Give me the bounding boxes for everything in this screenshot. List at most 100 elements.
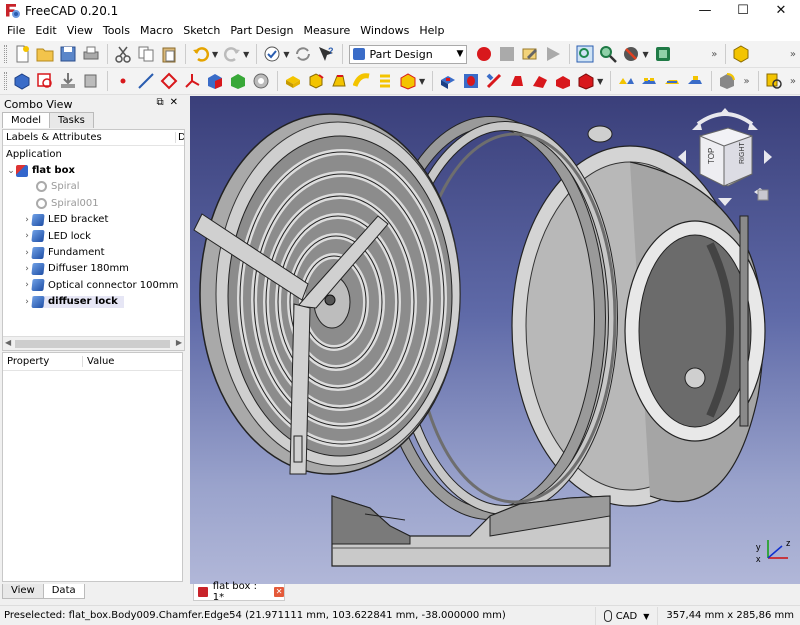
close-panel-icon[interactable]: ✕: [170, 97, 184, 108]
run-macro-icon[interactable]: [542, 43, 564, 65]
part-cube-icon[interactable]: [730, 43, 752, 65]
scroll-left-icon[interactable]: ◀: [5, 338, 11, 347]
tree-item-spiral001[interactable]: Spiral001: [3, 195, 184, 211]
stop-macro-icon[interactable]: [496, 43, 518, 65]
redo-icon[interactable]: [221, 43, 243, 65]
subshape-binder-icon[interactable]: [227, 70, 249, 92]
datum-plane-icon[interactable]: [158, 70, 180, 92]
multi-transform-icon[interactable]: [684, 70, 706, 92]
nav-down-arrow-icon[interactable]: [718, 198, 732, 206]
record-macro-icon[interactable]: [473, 43, 495, 65]
additive-pipe-icon[interactable]: [351, 70, 373, 92]
refresh-checkmark-icon[interactable]: [261, 43, 283, 65]
tab-view[interactable]: View: [2, 584, 44, 599]
measure-icon[interactable]: [763, 70, 785, 92]
groove-icon[interactable]: [483, 70, 505, 92]
print-icon[interactable]: [80, 43, 102, 65]
revolution-icon[interactable]: [305, 70, 327, 92]
new-document-icon[interactable]: [11, 43, 33, 65]
menu-help[interactable]: Help: [414, 21, 449, 41]
validate-sketch-icon[interactable]: [57, 70, 79, 92]
menu-file[interactable]: File: [2, 21, 30, 41]
tree-col-description[interactable]: De: [175, 132, 184, 143]
additive-primitive-dropdown-icon[interactable]: ▼: [419, 77, 425, 86]
std-views-icon[interactable]: [652, 43, 674, 65]
toolbar-overflow-right-icon[interactable]: »: [790, 49, 796, 60]
edit-macro-icon[interactable]: [519, 43, 541, 65]
nav-up-arrow-icon[interactable]: [718, 108, 732, 116]
fit-all-icon[interactable]: [574, 43, 596, 65]
additive-helix-icon[interactable]: [374, 70, 396, 92]
undo-dropdown-icon[interactable]: ▼: [212, 50, 218, 59]
subtractive-helix-icon[interactable]: [552, 70, 574, 92]
additive-loft-icon[interactable]: [328, 70, 350, 92]
hole-icon[interactable]: [460, 70, 482, 92]
tab-tasks[interactable]: Tasks: [49, 112, 94, 128]
subtractive-loft-icon[interactable]: [506, 70, 528, 92]
expand-arrow-icon[interactable]: ›: [22, 248, 32, 258]
undock-icon[interactable]: ⧉: [156, 97, 169, 108]
local-coordinate-system-icon[interactable]: [181, 70, 203, 92]
collapse-arrow-icon[interactable]: ⌄: [6, 166, 16, 176]
toolbar-overflow-icon[interactable]: »: [711, 49, 717, 60]
mini-cube-icon[interactable]: [757, 189, 769, 201]
refresh-dropdown-icon[interactable]: ▼: [283, 50, 289, 59]
tree-item-flat-box[interactable]: ⌄ flat box: [3, 162, 184, 178]
additive-box-icon[interactable]: [397, 70, 419, 92]
subtractive-pipe-icon[interactable]: [529, 70, 551, 92]
navigation-style-selector[interactable]: CAD ▼: [594, 607, 658, 625]
tab-model[interactable]: Model: [2, 112, 51, 128]
tree-col-labels[interactable]: Labels & Attributes: [3, 132, 102, 143]
tree-item-optical-connector[interactable]: › Optical connector 100mm: [3, 277, 184, 293]
copy-icon[interactable]: [135, 43, 157, 65]
menu-part-design[interactable]: Part Design: [225, 21, 298, 41]
create-body-icon[interactable]: [11, 70, 33, 92]
property-col-property[interactable]: Property: [3, 356, 83, 367]
redo-dropdown-icon[interactable]: ▼: [243, 50, 249, 59]
tree-item-diffuser-lock[interactable]: › diffuser lock: [3, 294, 184, 310]
menu-edit[interactable]: Edit: [30, 21, 61, 41]
polar-pattern-icon[interactable]: [661, 70, 683, 92]
scroll-right-icon[interactable]: ▶: [176, 338, 182, 347]
minimize-button[interactable]: —: [686, 0, 724, 21]
mirrored-icon[interactable]: [615, 70, 637, 92]
tree-item-spiral[interactable]: Spiral: [3, 179, 184, 195]
toolbar-overflow-icon[interactable]: »: [744, 76, 750, 87]
property-col-value[interactable]: Value: [83, 356, 114, 367]
tree-item-diffuser-180mm[interactable]: › Diffuser 180mm: [3, 261, 184, 277]
shape-binder-icon[interactable]: [204, 70, 226, 92]
menu-measure[interactable]: Measure: [299, 21, 356, 41]
expand-arrow-icon[interactable]: ›: [22, 297, 32, 307]
tab-data[interactable]: Data: [42, 584, 85, 599]
draw-style-icon[interactable]: [620, 43, 642, 65]
tree-horizontal-scrollbar[interactable]: ◀ ▶: [3, 336, 184, 350]
paste-icon[interactable]: [158, 43, 180, 65]
pad-icon[interactable]: [282, 70, 304, 92]
close-button[interactable]: ✕: [762, 0, 800, 21]
menu-view[interactable]: View: [62, 21, 98, 41]
3d-viewport[interactable]: x y z TOP RIGHT: [190, 96, 800, 584]
navigation-cube[interactable]: TOP RIGHT: [670, 102, 780, 212]
expand-arrow-icon[interactable]: ›: [22, 215, 32, 225]
pocket-icon[interactable]: [437, 70, 459, 92]
menu-tools[interactable]: Tools: [98, 21, 135, 41]
subtractive-primitive-dropdown-icon[interactable]: ▼: [597, 77, 603, 86]
recompute-icon[interactable]: [292, 43, 314, 65]
nav-right-arrow-icon[interactable]: [764, 150, 772, 164]
linear-pattern-icon[interactable]: [638, 70, 660, 92]
nav-left-arrow-icon[interactable]: [678, 150, 686, 164]
tree-item-fundament[interactable]: › Fundament: [3, 244, 184, 260]
expand-arrow-icon[interactable]: ›: [22, 264, 32, 274]
zoom-icon[interactable]: [597, 43, 619, 65]
document-tab-flat-box[interactable]: flat box : 1* ✕: [193, 581, 285, 603]
undo-icon[interactable]: [190, 43, 212, 65]
maximize-button[interactable]: ☐: [724, 0, 762, 21]
workbench-selector[interactable]: Part Design ▼: [349, 44, 468, 64]
datum-line-icon[interactable]: [135, 70, 157, 92]
tree-item-led-bracket[interactable]: › LED bracket: [3, 212, 184, 228]
close-tab-icon[interactable]: ✕: [274, 587, 284, 597]
cut-icon[interactable]: [112, 43, 134, 65]
toolbar-grip[interactable]: [4, 72, 7, 90]
create-sketch-icon[interactable]: [34, 70, 56, 92]
menu-sketch[interactable]: Sketch: [178, 21, 225, 41]
